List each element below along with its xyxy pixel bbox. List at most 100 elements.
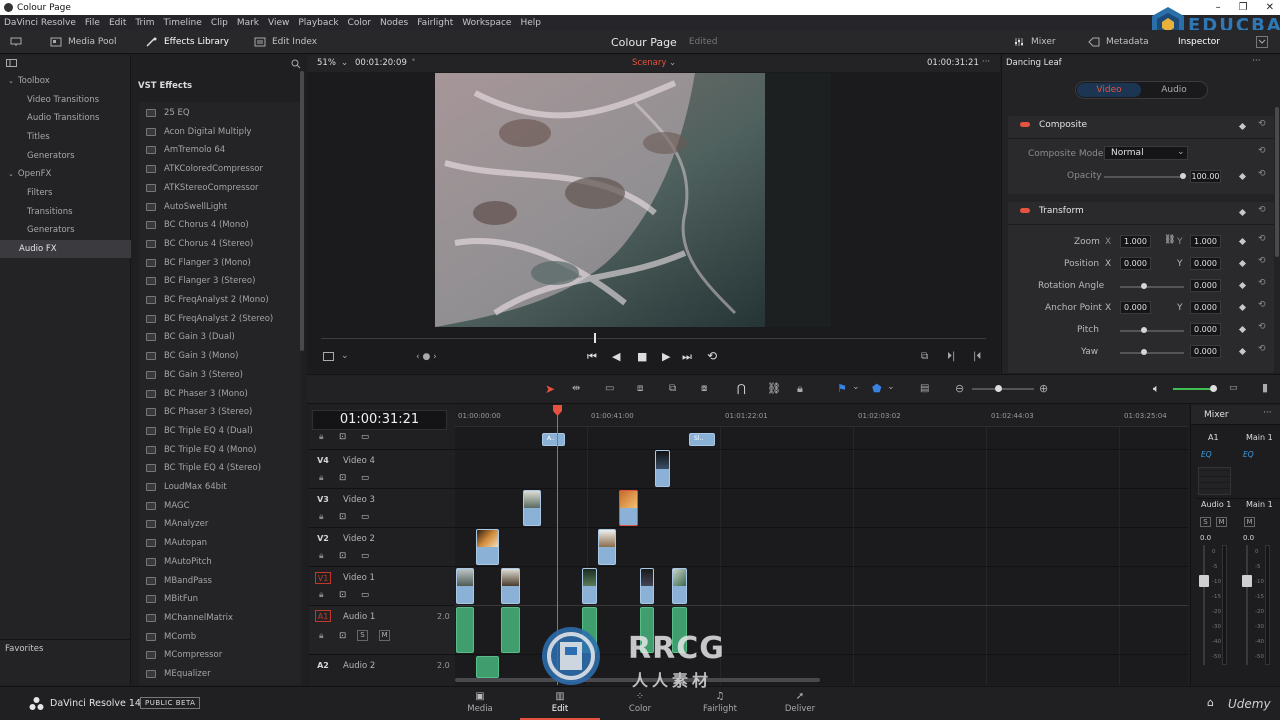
reset-icon[interactable]: ⟲	[1258, 256, 1266, 266]
marker-icon[interactable]: ⬟	[872, 382, 882, 395]
timeline-clip[interactable]	[672, 568, 687, 604]
tab-audio[interactable]: Audio	[1142, 83, 1206, 97]
scrubber-track[interactable]	[321, 338, 986, 339]
timeline-zoom-slider[interactable]	[972, 388, 1034, 390]
track-enable-icon[interactable]: ▭	[361, 473, 369, 483]
menu-color[interactable]: Color	[348, 18, 372, 28]
page-color-button[interactable]: ⁘ Color	[600, 687, 680, 720]
fader-knob-a1[interactable]	[1199, 575, 1209, 587]
play-icon[interactable]: ▶	[662, 350, 670, 363]
auto-select-icon[interactable]: ⊡	[339, 512, 346, 522]
effect-list-item[interactable]: LoudMax 64bit	[139, 478, 301, 496]
composite-toggle[interactable]	[1020, 122, 1030, 127]
effect-list-item[interactable]: BC Gain 3 (Stereo)	[139, 366, 301, 384]
auto-select-icon[interactable]: ⊡	[339, 631, 346, 641]
menu-view[interactable]: View	[268, 18, 289, 28]
mark-in-icon[interactable]: ⏵|	[947, 351, 955, 362]
rotation-slider[interactable]	[1120, 286, 1184, 288]
track-tag[interactable]: V3	[315, 494, 331, 506]
home-icon[interactable]: ⌂	[1207, 696, 1214, 709]
blade-tool-icon[interactable]: ▭	[605, 383, 614, 394]
viewer-clip-name[interactable]: Scenary	[632, 58, 666, 68]
keyframe-icon[interactable]	[1238, 122, 1247, 131]
track-tag[interactable]: V1	[315, 572, 331, 584]
mark-out-icon[interactable]: |⏴	[973, 351, 981, 362]
effect-list-item[interactable]: ATKColoredCompressor	[139, 160, 301, 178]
reset-icon[interactable]: ⟲	[1258, 344, 1266, 354]
trim-tool-icon[interactable]: ⇹	[572, 383, 580, 394]
effect-list-item[interactable]: ATKStereoCompressor	[139, 179, 301, 197]
audio-clip[interactable]	[672, 607, 687, 653]
inspector-button[interactable]: Inspector	[1178, 30, 1220, 54]
keyframe-icon[interactable]	[1238, 259, 1247, 268]
timeline-clip[interactable]	[640, 568, 654, 604]
zoom-in-icon[interactable]: ⊕	[1039, 382, 1048, 395]
menu-file[interactable]: File	[85, 18, 100, 28]
rotation-slider-knob[interactable]	[1141, 283, 1147, 289]
track-tag[interactable]: V4	[315, 455, 331, 467]
position-y-field[interactable]: 0.000	[1190, 257, 1221, 270]
keyframe-icon[interactable]	[1238, 208, 1247, 217]
tree-item-generators-ofx[interactable]: Generators	[0, 221, 131, 239]
tree-item-titles[interactable]: Titles	[0, 128, 131, 146]
anchor-y-field[interactable]: 0.000	[1190, 301, 1221, 314]
selection-tool-icon[interactable]: ➤	[545, 382, 555, 396]
chevron-down-icon[interactable]: ⌄	[887, 382, 895, 392]
auto-select-icon[interactable]: ⊡	[339, 590, 346, 600]
timeline-ruler[interactable]: 01:00:00:00 01:00:41:00 01:01:22:01 01:0…	[455, 405, 1188, 427]
tree-item-audio-fx[interactable]: Audio FX	[0, 240, 131, 258]
menu-mark[interactable]: Mark	[237, 18, 259, 28]
menu-edit[interactable]: Edit	[109, 18, 126, 28]
menu-clip[interactable]: Clip	[211, 18, 228, 28]
viewer-more-button[interactable]: ···	[982, 57, 990, 67]
effect-list-item[interactable]: MAGC	[139, 497, 301, 515]
lock-icon[interactable]: 🔒︎	[319, 590, 324, 600]
track-tag[interactable]: V2	[315, 533, 331, 545]
effect-list-item[interactable]: MAutoPitch	[139, 553, 301, 571]
effect-list-item[interactable]: BC Phaser 3 (Mono)	[139, 385, 301, 403]
timeline-scrollbar[interactable]	[455, 678, 820, 682]
position-lock-icon[interactable]: 🔒︎	[797, 382, 803, 396]
opacity-slider[interactable]	[1104, 176, 1184, 178]
audio-clip[interactable]	[640, 607, 654, 653]
timeline-clip[interactable]: A..	[542, 433, 565, 446]
panel-toggle-button[interactable]	[10, 30, 22, 54]
stop-icon[interactable]: ■	[637, 350, 647, 363]
effect-list-item[interactable]: MComb	[139, 628, 301, 646]
speaker-icon[interactable]: 🔈︎	[1153, 382, 1160, 396]
reset-icon[interactable]: ⟲	[1258, 169, 1266, 179]
effect-list-item[interactable]: BC Chorus 4 (Mono)	[139, 216, 301, 234]
effect-list-item[interactable]: BC Chorus 4 (Stereo)	[139, 235, 301, 253]
effects-scrollbar[interactable]	[300, 71, 304, 351]
audio-clip[interactable]	[501, 607, 520, 653]
timeline-view-options-icon[interactable]: ▤	[920, 383, 929, 394]
playhead-marker-icon[interactable]	[552, 405, 563, 417]
tree-item-audio-transitions[interactable]: Audio Transitions	[0, 109, 131, 127]
keyframe-icon[interactable]	[1238, 303, 1247, 312]
transform-toggle[interactable]	[1020, 208, 1030, 213]
keyframe-icon[interactable]	[1238, 347, 1247, 356]
mute-button[interactable]: M	[1216, 517, 1227, 527]
yaw-slider-knob[interactable]	[1141, 349, 1147, 355]
viewer-zoom[interactable]: 51%	[317, 58, 336, 68]
track-enable-icon[interactable]: ▭	[361, 432, 369, 442]
jump-to-end-icon[interactable]: ⏭	[682, 350, 692, 364]
tree-item-video-transitions[interactable]: Video Transitions	[0, 91, 131, 109]
effect-list-item[interactable]: MBandPass	[139, 572, 301, 590]
jump-to-start-icon[interactable]: ⏮	[587, 350, 597, 364]
timeline-clip-selected[interactable]	[619, 490, 638, 526]
rotation-angle-field[interactable]: 0.000	[1190, 279, 1221, 292]
menu-trim[interactable]: Trim	[135, 18, 154, 28]
lock-icon[interactable]: 🔒︎	[319, 551, 324, 561]
timeline-playhead[interactable]	[557, 405, 558, 685]
meter-icon[interactable]: ▮	[1262, 381, 1268, 394]
menu-nodes[interactable]: Nodes	[380, 18, 408, 28]
track-name[interactable]: Audio 2	[343, 661, 375, 671]
page-fairlight-button[interactable]: ♫ Fairlight	[680, 687, 760, 720]
zoom-out-icon[interactable]: ⊖	[955, 382, 964, 395]
effect-list-item[interactable]: BC FreqAnalyst 2 (Mono)	[139, 291, 301, 309]
reset-icon[interactable]: ⟲	[1258, 322, 1266, 332]
pitch-slider-knob[interactable]	[1141, 327, 1147, 333]
fader-track-main[interactable]	[1246, 545, 1248, 665]
track-enable-icon[interactable]: ▭	[361, 512, 369, 522]
